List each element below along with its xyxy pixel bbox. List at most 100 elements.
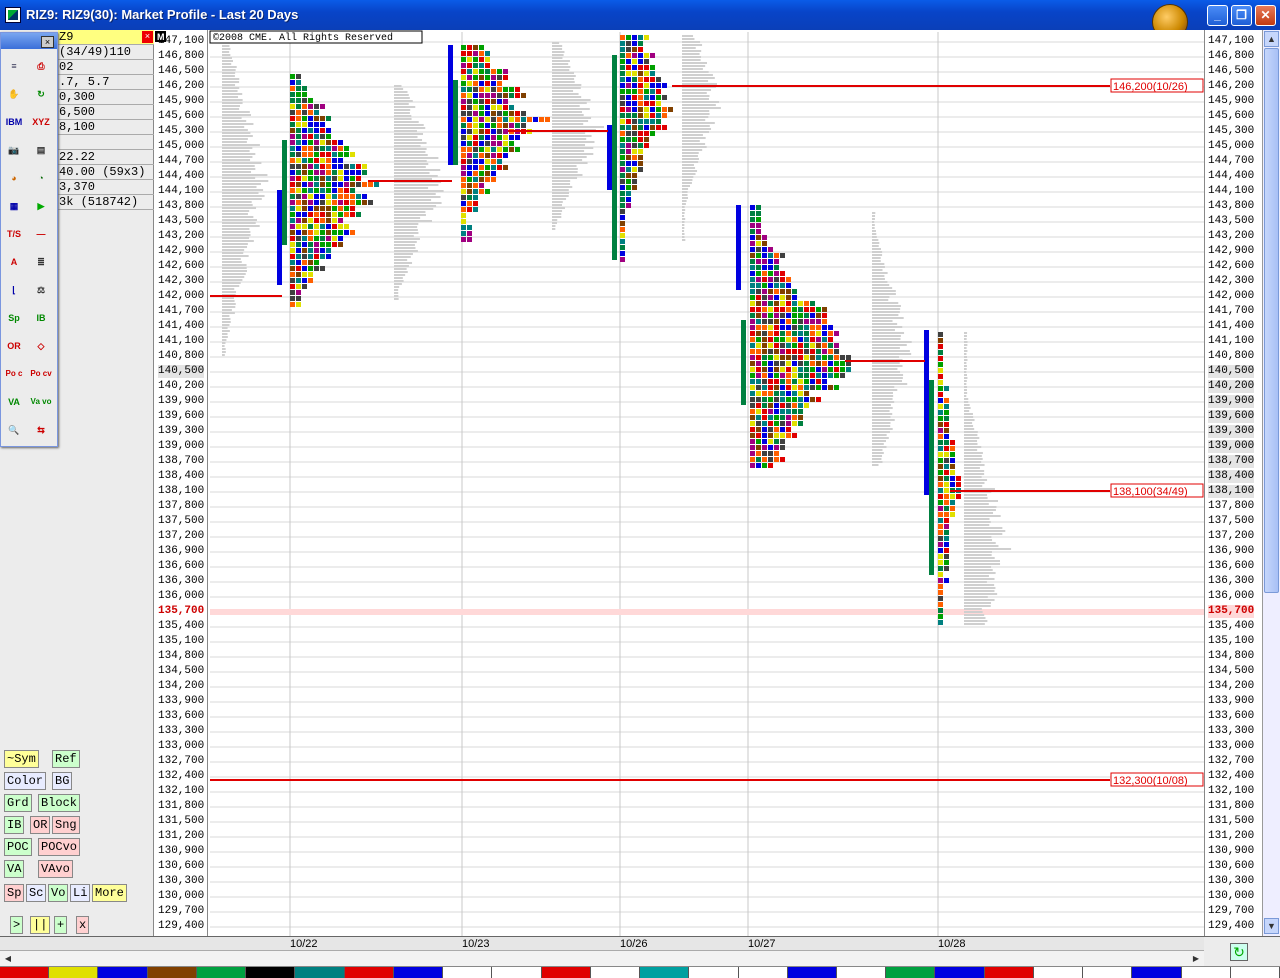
line-icon[interactable]: — <box>30 223 52 245</box>
color-swatch[interactable] <box>295 967 345 978</box>
toolbar-button-11[interactable]: VA <box>4 860 25 878</box>
tpo-block <box>290 170 295 175</box>
color-swatch[interactable] <box>0 967 50 978</box>
color-swatch[interactable] <box>836 967 887 978</box>
color-swatch[interactable] <box>344 967 394 978</box>
color-swatch[interactable] <box>886 967 936 978</box>
toolbar-button-4[interactable]: Grd <box>4 794 32 812</box>
toolbar-button-12[interactable]: VAvo <box>38 860 73 878</box>
color-swatch[interactable] <box>196 967 247 978</box>
toolbar-button-7[interactable]: OR <box>30 816 51 834</box>
toolbar-button-19[interactable]: || <box>30 916 51 934</box>
va-icon[interactable]: VA <box>3 391 25 413</box>
color-swatch[interactable] <box>246 967 296 978</box>
page-icon[interactable]: ▤ <box>30 139 52 161</box>
symbol-close-icon[interactable]: × <box>142 31 153 43</box>
camera-icon[interactable]: 📷 <box>3 139 25 161</box>
toolbar-button-2[interactable]: Color <box>4 772 47 790</box>
scroll-thumb[interactable] <box>1264 48 1279 593</box>
sp-icon[interactable]: Sp <box>3 307 25 329</box>
scroll-left-icon[interactable]: ◀ <box>1 952 15 965</box>
toolbar-button-18[interactable]: > <box>10 916 24 934</box>
tpo-block <box>816 355 821 360</box>
text-a-icon[interactable]: A <box>3 251 25 273</box>
color-swatch[interactable] <box>492 967 542 978</box>
color-swatch[interactable] <box>738 967 788 978</box>
toolbar-button-1[interactable]: Ref <box>52 750 80 768</box>
toolbar-button-0[interactable]: ~Sym <box>4 750 39 768</box>
ibm-icon[interactable]: IBM <box>3 111 25 133</box>
refresh-icon[interactable]: ↻ <box>1230 943 1248 961</box>
toolbar-button-6[interactable]: IB <box>4 816 25 834</box>
zoom-icon[interactable]: 🔍 <box>3 419 25 441</box>
color-swatch[interactable] <box>49 967 99 978</box>
color-swatch[interactable] <box>147 967 197 978</box>
arrows-icon[interactable]: ⇆ <box>30 419 52 441</box>
market-profile-chart[interactable]: ©2008 CME. All Rights ReservedM146,200(1… <box>0 0 1280 978</box>
volume-bar <box>682 110 710 112</box>
pie1-icon[interactable]: ◕ <box>3 167 25 189</box>
toolbar-button-3[interactable]: BG <box>52 772 73 790</box>
color-swatch[interactable] <box>787 967 837 978</box>
tpo-block <box>620 173 625 178</box>
color-swatch[interactable] <box>1181 967 1231 978</box>
color-bar[interactable] <box>0 966 1280 978</box>
grid-icon[interactable]: ▦ <box>3 195 25 217</box>
tpo-block <box>774 277 779 282</box>
bars-icon[interactable]: ≡ <box>3 55 25 77</box>
color-swatch[interactable] <box>935 967 985 978</box>
ib-icon[interactable]: IB <box>30 307 52 329</box>
vertical-scrollbar[interactable]: ▲ ▼ <box>1262 30 1280 936</box>
color-swatch[interactable] <box>393 967 444 978</box>
scale-icon[interactable]: ⚖ <box>30 279 52 301</box>
ts-icon[interactable]: T/S <box>3 223 25 245</box>
horizontal-scrollbar[interactable]: ◀ ▶ <box>0 950 1204 966</box>
tpo-block <box>296 98 301 103</box>
xyz-icon[interactable]: XYZ <box>30 111 52 133</box>
toolbar-button-14[interactable]: Sc <box>26 884 47 902</box>
horizontal-scroll-left[interactable] <box>0 936 210 950</box>
poc-cv-icon[interactable]: Po cv <box>30 363 52 385</box>
color-swatch[interactable] <box>1230 967 1280 978</box>
align-icon[interactable]: ≣ <box>30 251 52 273</box>
color-swatch[interactable] <box>1083 967 1133 978</box>
toolbar-button-17[interactable]: More <box>92 884 127 902</box>
color-swatch[interactable] <box>689 967 739 978</box>
scroll-down-icon[interactable]: ▼ <box>1264 918 1279 934</box>
toolbar-button-9[interactable]: POC <box>4 838 32 856</box>
play-icon[interactable]: ▶ <box>30 195 52 217</box>
toolbar-button-15[interactable]: Vo <box>48 884 69 902</box>
chart-icon[interactable]: ⌊ <box>3 279 25 301</box>
printer-icon[interactable]: ⎙ <box>30 55 52 77</box>
tpo-block <box>461 141 466 146</box>
color-swatch[interactable] <box>590 967 641 978</box>
toolbar-button-8[interactable]: Sng <box>52 816 80 834</box>
pie2-icon[interactable]: ◔ <box>30 167 52 189</box>
color-swatch[interactable] <box>1033 967 1084 978</box>
color-swatch[interactable] <box>1132 967 1182 978</box>
tpo-block <box>822 343 827 348</box>
volume-bar <box>964 596 988 598</box>
refresh-icon[interactable]: ↻ <box>30 83 52 105</box>
scroll-up-icon[interactable]: ▲ <box>1264 31 1279 47</box>
poc-c-icon[interactable]: Po c <box>3 363 25 385</box>
color-swatch[interactable] <box>541 967 591 978</box>
tpo-block <box>644 71 649 76</box>
color-swatch[interactable] <box>984 967 1034 978</box>
scroll-right-icon[interactable]: ▶ <box>1189 952 1203 965</box>
color-swatch[interactable] <box>443 967 493 978</box>
va-vo-icon[interactable]: Va vo <box>30 391 52 413</box>
hand-icon[interactable]: ✋ <box>3 83 25 105</box>
tpo-block <box>798 301 803 306</box>
toolbar-button-13[interactable]: Sp <box>4 884 25 902</box>
color-swatch[interactable] <box>640 967 690 978</box>
or-icon[interactable]: OR <box>3 335 25 357</box>
toolbar-button-20[interactable]: + <box>54 916 68 934</box>
toolbar-button-10[interactable]: POCvo <box>38 838 81 856</box>
toolbar-button-5[interactable]: Block <box>38 794 81 812</box>
toolbar-button-16[interactable]: Li <box>70 884 91 902</box>
palette-close-icon[interactable]: × <box>41 36 54 48</box>
diamond-icon[interactable]: ◇ <box>30 335 52 357</box>
color-swatch[interactable] <box>98 967 148 978</box>
toolbar-button-21[interactable]: x <box>76 916 90 934</box>
